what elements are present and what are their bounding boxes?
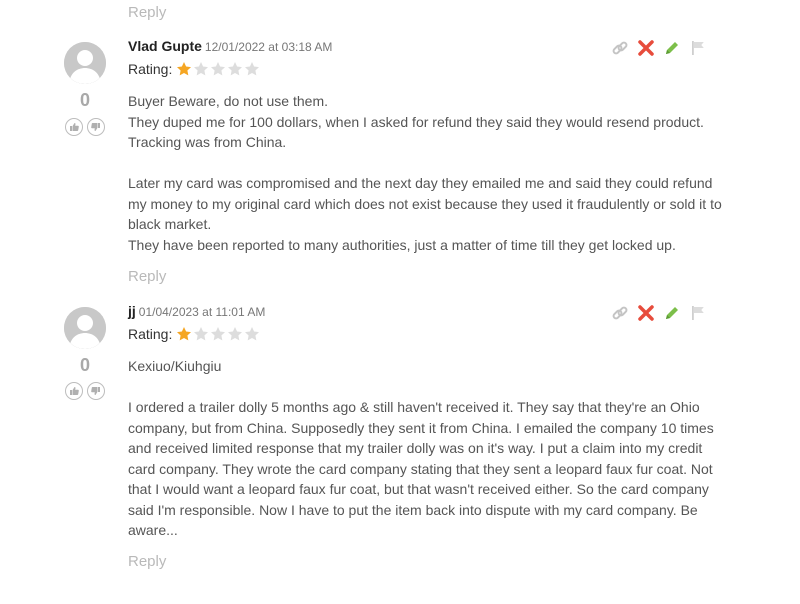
star-empty-icon xyxy=(194,62,209,76)
comment-date: 01/04/2023 at 11:01 AM xyxy=(138,305,266,319)
reply-link[interactable]: Reply xyxy=(128,4,166,21)
vote-buttons xyxy=(60,118,110,136)
vote-count: 0 xyxy=(79,355,90,375)
flag-button[interactable] xyxy=(688,38,708,58)
flag-icon xyxy=(692,306,704,320)
star-empty-icon xyxy=(194,327,209,341)
flag-button[interactable] xyxy=(688,303,708,323)
pencil-icon xyxy=(666,42,678,54)
star-empty-icon xyxy=(228,62,243,76)
thumbs-up-button[interactable] xyxy=(65,382,83,400)
reply-link[interactable]: Reply xyxy=(128,268,166,285)
comment-body: Kexiuo/Kiuhgiu I ordered a trailer dolly… xyxy=(128,356,728,541)
star-filled-icon xyxy=(177,62,192,76)
author-name: Vlad Gupte xyxy=(128,38,202,54)
vote-count: 0 xyxy=(79,90,90,110)
reply-link[interactable]: Reply xyxy=(128,553,166,570)
star-empty-icon xyxy=(245,62,260,76)
thumbs-down-button[interactable] xyxy=(87,382,105,400)
rating-stars xyxy=(176,61,261,77)
rating-stars xyxy=(176,326,261,342)
comment-body: Buyer Beware, do not use them. They dupe… xyxy=(128,91,728,255)
link-icon xyxy=(612,306,628,320)
link-icon xyxy=(612,41,628,55)
edit-button[interactable] xyxy=(662,303,682,323)
comment-paragraph: Later my card was compromised and the ne… xyxy=(128,175,722,232)
vote-buttons xyxy=(60,382,110,400)
thumbs-up-button[interactable] xyxy=(65,118,83,136)
rating-label: Rating: xyxy=(128,326,173,342)
rating-label: Rating: xyxy=(128,61,173,77)
comment-paragraph: They have been reported to many authorit… xyxy=(128,236,676,253)
thumbs-down-button[interactable] xyxy=(87,118,105,136)
comment-paragraph: Kexiuo/Kiuhgiu xyxy=(128,358,222,374)
comment-paragraph: They duped me for 100 dollars, when I as… xyxy=(128,113,704,151)
comment-paragraph: Buyer Beware, do not use them. xyxy=(128,93,328,109)
avatar xyxy=(64,307,106,349)
delete-x-icon xyxy=(638,305,654,321)
rating: Rating: xyxy=(128,326,261,342)
thumbs-down-icon xyxy=(91,387,100,395)
comment-paragraph: I ordered a trailer dolly 5 months ago &… xyxy=(128,399,714,538)
author-name: jj xyxy=(128,303,136,319)
delete-button[interactable] xyxy=(636,38,656,58)
avatar xyxy=(64,42,106,84)
flag-icon xyxy=(692,41,704,55)
delete-button[interactable] xyxy=(636,303,656,323)
star-empty-icon xyxy=(211,327,226,341)
star-filled-icon xyxy=(177,327,192,341)
thumbs-up-icon xyxy=(70,387,79,395)
comment-header: jj 01/04/2023 at 11:01 AM xyxy=(128,303,265,319)
permalink-button[interactable] xyxy=(610,38,630,58)
comment-actions xyxy=(610,38,708,58)
permalink-button[interactable] xyxy=(610,303,630,323)
delete-x-icon xyxy=(638,40,654,56)
comment-header: Vlad Gupte 12/01/2022 at 03:18 AM xyxy=(128,38,332,54)
pencil-icon xyxy=(666,307,678,319)
comment-date: 12/01/2022 at 03:18 AM xyxy=(204,40,333,54)
star-empty-icon xyxy=(228,327,243,341)
comment-actions xyxy=(610,303,708,323)
edit-button[interactable] xyxy=(662,38,682,58)
thumbs-up-icon xyxy=(70,123,79,131)
star-empty-icon xyxy=(245,327,260,341)
rating: Rating: xyxy=(128,61,261,77)
star-empty-icon xyxy=(211,62,226,76)
thumbs-down-icon xyxy=(91,123,100,131)
